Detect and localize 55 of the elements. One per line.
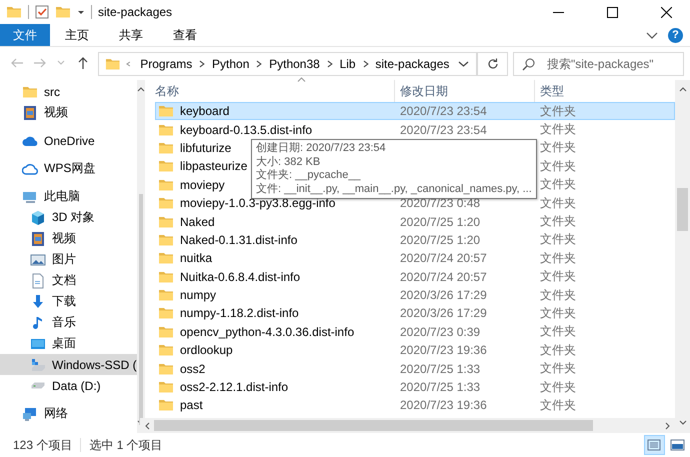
file-name: keyboard — [180, 104, 230, 118]
file-name: past — [180, 398, 203, 412]
file-name: nuitka — [180, 251, 212, 266]
file-type: 文件夹 — [539, 194, 576, 212]
modified-date: 2020/3/26 17:29 — [400, 306, 487, 320]
tooltip-line: 文件: __init__.py, __main__.py, _canonical_names.py, ... — [256, 182, 532, 196]
file-name: moviepy-1.0.3-py3.8.egg-info — [180, 196, 336, 210]
file-name: opencv_python-4.3.0.36.dist-info — [180, 324, 354, 339]
modified-date: 2020/7/23 0:39 — [400, 324, 480, 339]
file-name: Naked-0.1.31.dist-info — [180, 232, 298, 247]
file-name: oss2 — [180, 362, 206, 376]
file-type: 文件夹 — [539, 121, 576, 138]
modified-date: 2020/7/23 0:48 — [400, 196, 480, 210]
modified-date: 2020/7/25 1:20 — [400, 232, 480, 247]
file-type: 文件夹 — [539, 213, 576, 230]
file-type: 文件夹 — [539, 250, 576, 267]
file-type: 文件夹 — [539, 360, 576, 378]
file-type: 文件夹 — [539, 139, 576, 156]
file-type: 文件夹 — [539, 305, 576, 322]
modified-date: 2020/7/23 23:54 — [400, 122, 487, 137]
file-name: libpasteurize — [180, 159, 248, 174]
window-title: site-packages — [98, 5, 172, 19]
file-name: numpy-1.18.2.dist-info — [180, 306, 299, 320]
modified-date: 2020/7/25 1:33 — [400, 362, 480, 376]
modified-date: 2020/3/26 17:29 — [400, 288, 487, 302]
file-name: oss2-2.12.1.dist-info — [180, 380, 288, 394]
file-type: 文件夹 — [539, 176, 576, 194]
file-type: 文件夹 — [539, 286, 576, 304]
modified-date: 2020/7/23 23:54 — [400, 104, 487, 118]
selection-count: 选中 1 个项目 — [89, 436, 163, 454]
modified-date: 2020/7/24 20:57 — [400, 251, 487, 266]
modified-date: 2020/7/25 1:33 — [400, 380, 480, 394]
modified-date: 2020/7/23 19:36 — [400, 398, 487, 412]
tooltip-line: 大小: 382 KB — [256, 156, 322, 168]
item-count: 123 个项目 — [13, 436, 72, 454]
modified-date: 2020/7/23 19:36 — [400, 343, 487, 358]
file-type: 文件夹 — [539, 323, 576, 340]
file-name: libfuturize — [180, 140, 232, 155]
modified-date: 2020/7/24 20:57 — [400, 270, 487, 284]
file-name: numpy — [180, 288, 216, 302]
modified-date: 2020/7/25 1:20 — [400, 214, 480, 229]
tooltip-line: 文件夹: __pycache__ — [256, 169, 362, 182]
tooltip-line: 创建日期: 2020/7/23 23:54 — [256, 142, 387, 156]
file-name: moviepy — [180, 178, 225, 192]
file-name: keyboard-0.13.5.dist-info — [180, 122, 312, 137]
file-name: Nuitka-0.6.8.4.dist-info — [180, 270, 300, 284]
file-type: 文件夹 — [539, 158, 576, 175]
file-name: ordlookup — [180, 343, 233, 358]
file-type: 文件夹 — [539, 342, 576, 359]
file-type: 文件夹 — [539, 231, 576, 248]
file-name: Naked — [180, 214, 215, 229]
file-type: 文件夹 — [539, 378, 576, 396]
file-type: 文件夹 — [539, 396, 576, 414]
file-type: 文件夹 — [539, 102, 576, 120]
file-type: 文件夹 — [539, 268, 576, 286]
